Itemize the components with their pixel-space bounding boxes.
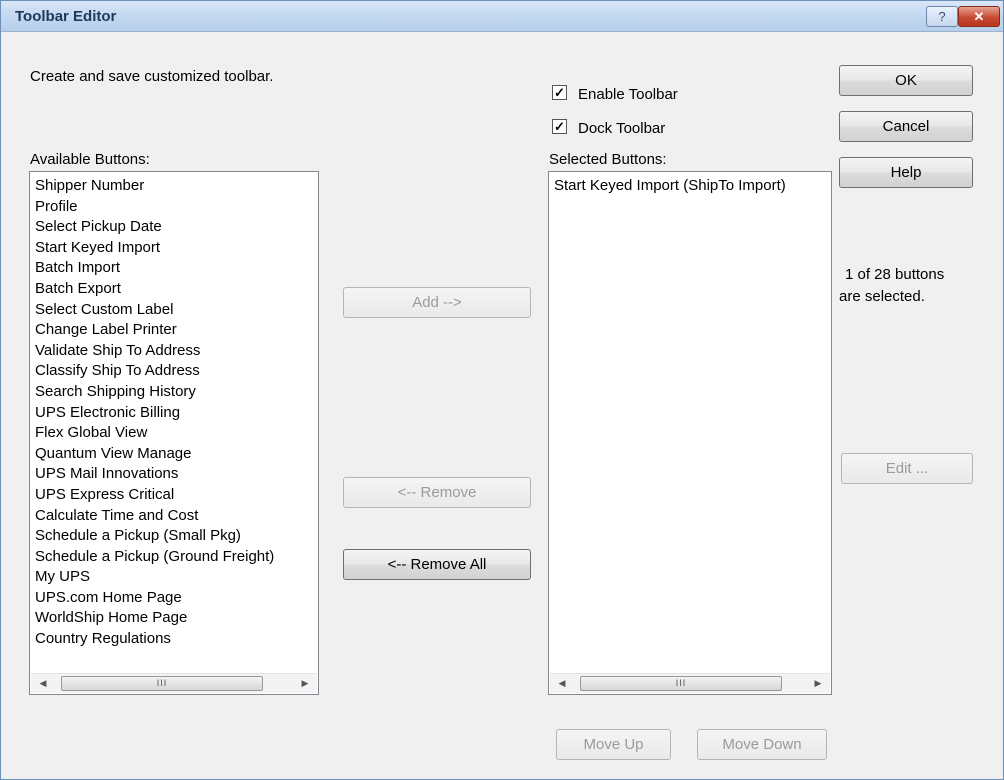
list-item[interactable]: Start Keyed Import [35, 238, 316, 259]
selected-horizontal-scrollbar[interactable]: ◀ III ▶ [550, 673, 830, 693]
scroll-left-icon[interactable]: ◀ [552, 674, 572, 693]
description-text: Create and save customized toolbar. [30, 68, 274, 85]
scroll-thumb[interactable]: III [580, 676, 782, 691]
list-item[interactable]: UPS Mail Innovations [35, 464, 316, 485]
list-item[interactable]: Schedule a Pickup (Small Pkg) [35, 526, 316, 547]
list-item[interactable]: UPS Electronic Billing [35, 403, 316, 424]
list-item[interactable]: Shipper Number [35, 176, 316, 197]
available-items: Shipper Number Profile Select Pickup Date S… [35, 176, 316, 650]
toolbar-editor-dialog: Toolbar Editor ? ✕ Create and save custo… [0, 0, 1004, 780]
list-item[interactable]: Classify Ship To Address [35, 361, 316, 382]
remove-all-button[interactable]: <-- Remove All [343, 549, 531, 580]
list-item[interactable]: Start Keyed Import (ShipTo Import) [554, 176, 829, 197]
ok-button[interactable]: OK [839, 65, 973, 96]
close-button[interactable]: ✕ [958, 6, 1000, 27]
list-item[interactable]: Profile [35, 197, 316, 218]
list-item[interactable]: Change Label Printer [35, 320, 316, 341]
list-item[interactable]: Flex Global View [35, 423, 316, 444]
title-bar: Toolbar Editor ? ✕ [1, 1, 1003, 32]
question-icon: ? [938, 9, 946, 24]
list-item[interactable]: Select Pickup Date [35, 217, 316, 238]
dock-toolbar-checkbox[interactable]: ✓ [552, 119, 567, 134]
list-item[interactable]: Validate Ship To Address [35, 341, 316, 362]
list-item[interactable]: Calculate Time and Cost [35, 506, 316, 527]
selected-buttons-label: Selected Buttons: [549, 151, 667, 168]
list-item[interactable]: UPS Express Critical [35, 485, 316, 506]
list-item[interactable]: Country Regulations [35, 629, 316, 650]
close-icon: ✕ [973, 9, 985, 24]
selection-count-line1: 1 of 28 buttons [845, 266, 945, 283]
selected-items: Start Keyed Import (ShipTo Import) [554, 176, 829, 197]
add-button[interactable]: Add --> [343, 287, 531, 318]
selection-count-line2: are selected. [839, 288, 925, 305]
list-item[interactable]: Schedule a Pickup (Ground Freight) [35, 547, 316, 568]
scroll-right-icon[interactable]: ▶ [295, 674, 315, 693]
available-buttons-label: Available Buttons: [30, 151, 150, 168]
cancel-button[interactable]: Cancel [839, 111, 973, 142]
edit-button[interactable]: Edit ... [841, 453, 973, 484]
enable-toolbar-checkbox[interactable]: ✓ [552, 85, 567, 100]
available-buttons-list[interactable]: Shipper Number Profile Select Pickup Date S… [29, 171, 319, 695]
list-item[interactable]: Quantum View Manage [35, 444, 316, 465]
list-item[interactable]: My UPS [35, 567, 316, 588]
window-title: Toolbar Editor [15, 8, 117, 25]
list-item[interactable]: UPS.com Home Page [35, 588, 316, 609]
list-item[interactable]: Select Custom Label [35, 300, 316, 321]
scroll-thumb[interactable]: III [61, 676, 263, 691]
scroll-left-icon[interactable]: ◀ [33, 674, 53, 693]
enable-toolbar-label: Enable Toolbar [578, 86, 678, 103]
list-item[interactable]: Batch Export [35, 279, 316, 300]
check-icon: ✓ [554, 85, 565, 100]
move-down-button[interactable]: Move Down [697, 729, 827, 760]
check-icon: ✓ [554, 119, 565, 134]
title-help-button[interactable]: ? [926, 6, 958, 27]
selected-buttons-list[interactable]: Start Keyed Import (ShipTo Import) ◀ III… [548, 171, 832, 695]
dock-toolbar-label: Dock Toolbar [578, 120, 666, 137]
list-item[interactable]: Batch Import [35, 258, 316, 279]
list-item[interactable]: Search Shipping History [35, 382, 316, 403]
remove-button[interactable]: <-- Remove [343, 477, 531, 508]
scroll-right-icon[interactable]: ▶ [808, 674, 828, 693]
list-item[interactable]: WorldShip Home Page [35, 608, 316, 629]
help-button[interactable]: Help [839, 157, 973, 188]
available-horizontal-scrollbar[interactable]: ◀ III ▶ [31, 673, 317, 693]
move-up-button[interactable]: Move Up [556, 729, 671, 760]
